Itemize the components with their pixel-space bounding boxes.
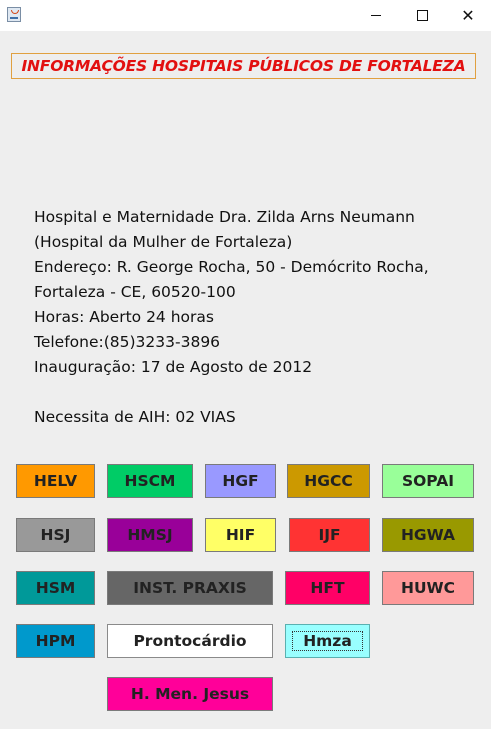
hft-button[interactable]: HFT bbox=[285, 571, 370, 605]
maximize-button[interactable] bbox=[399, 0, 445, 31]
maximize-icon bbox=[416, 10, 428, 21]
hif-button[interactable]: HIF bbox=[205, 518, 276, 552]
hgwa-button[interactable]: HGWA bbox=[382, 518, 474, 552]
hospital-phone: Telefone:(85)3233-3896 bbox=[34, 333, 221, 351]
inst-praxis-button[interactable]: INST. PRAXIS bbox=[107, 571, 273, 605]
hpm-button[interactable]: HPM bbox=[16, 624, 95, 658]
ijf-button[interactable]: IJF bbox=[289, 518, 370, 552]
hsj-button[interactable]: HSJ bbox=[16, 518, 95, 552]
hospital-city: Fortaleza - CE, 60520-100 bbox=[34, 283, 236, 301]
page-title: INFORMAÇÕES HOSPITAIS PÚBLICOS DE FORTAL… bbox=[11, 53, 476, 79]
hsm-button[interactable]: HSM bbox=[16, 571, 95, 605]
title-bar[interactable]: ✕ bbox=[0, 0, 491, 31]
h-men-jesus-button[interactable]: H. Men. Jesus bbox=[107, 677, 273, 711]
java-cup-icon bbox=[7, 7, 21, 22]
hmza-button[interactable]: Hmza bbox=[285, 624, 370, 658]
hgf-button[interactable]: HGF bbox=[205, 464, 276, 498]
helv-button[interactable]: HELV bbox=[16, 464, 95, 498]
huwc-button[interactable]: HUWC bbox=[382, 571, 474, 605]
hscm-button[interactable]: HSCM bbox=[107, 464, 193, 498]
hospital-inauguration: Inauguração: 17 de Agosto de 2012 bbox=[34, 358, 313, 376]
minimize-icon bbox=[371, 15, 381, 16]
close-icon: ✕ bbox=[461, 5, 475, 25]
prontocardio-button[interactable]: Prontocárdio bbox=[107, 624, 273, 658]
minimize-button[interactable] bbox=[353, 0, 399, 31]
hospital-hours: Horas: Aberto 24 horas bbox=[34, 308, 214, 326]
hgcc-button[interactable]: HGCC bbox=[287, 464, 370, 498]
hospital-aih: Necessita de AIH: 02 VIAS bbox=[34, 408, 236, 426]
sopai-button[interactable]: SOPAI bbox=[382, 464, 474, 498]
hospital-info: Hospital e Maternidade Dra. Zilda Arns N… bbox=[34, 205, 474, 430]
hospital-name: Hospital e Maternidade Dra. Zilda Arns N… bbox=[34, 208, 415, 226]
hmsj-button[interactable]: HMSJ bbox=[107, 518, 193, 552]
hospital-alias: (Hospital da Mulher de Fortaleza) bbox=[34, 233, 293, 251]
close-button[interactable]: ✕ bbox=[445, 0, 491, 31]
hospital-address: Endereço: R. George Rocha, 50 - Demócrit… bbox=[34, 258, 429, 276]
